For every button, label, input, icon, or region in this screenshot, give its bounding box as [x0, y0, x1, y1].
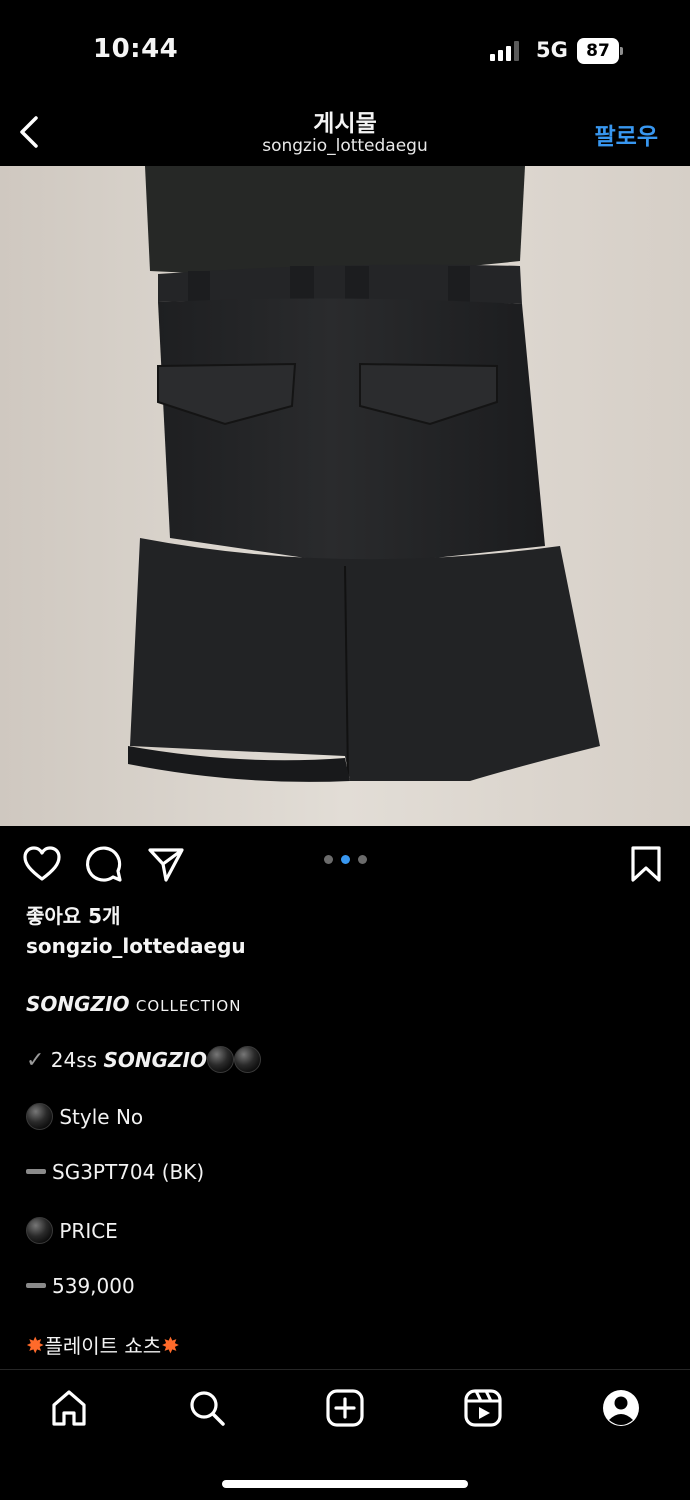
status-bar: 10:44 5G 87 [0, 0, 690, 100]
carousel-dot [358, 855, 367, 864]
caption-product-name: 플레이트 쇼츠 [44, 1334, 162, 1358]
reels-icon[interactable] [463, 1388, 503, 1428]
heart-icon[interactable] [22, 844, 62, 884]
page-subtitle-username[interactable]: songzio_lottedaegu [0, 136, 690, 156]
comment-icon[interactable] [84, 844, 124, 884]
post-header: 게시물 songzio_lottedaegu 팔로우 [0, 100, 690, 166]
cellular-signal-icon [490, 41, 519, 61]
black-circle-icon [233, 1046, 261, 1073]
status-time: 10:44 [93, 34, 179, 64]
search-icon[interactable] [187, 1388, 227, 1428]
create-icon[interactable] [325, 1388, 365, 1428]
caption-line: Style No [26, 1103, 143, 1130]
caption-collection: COLLECTION [135, 997, 242, 1015]
caption-line: ✸플레이트 쇼츠✸ [26, 1330, 180, 1359]
caption-line: ✓ 24ss SONGZIO [26, 1046, 261, 1073]
check-icon: ✓ [26, 1048, 45, 1073]
caption-username[interactable]: songzio_lottedaegu [26, 934, 246, 958]
carousel-indicator [324, 855, 368, 865]
caption-brand: SONGZIO [103, 1048, 207, 1072]
black-circle-icon [26, 1103, 53, 1130]
caption-brand: SONGZIO [26, 992, 130, 1016]
post-photo[interactable] [0, 166, 690, 826]
dash-icon [26, 1169, 46, 1174]
profile-icon[interactable] [601, 1388, 641, 1428]
post-actions [0, 826, 690, 900]
share-icon[interactable] [146, 844, 186, 884]
home-indicator [222, 1480, 468, 1488]
caption-line: PRICE [26, 1217, 118, 1244]
likes-count[interactable]: 좋아요 5개 [26, 900, 120, 929]
home-icon[interactable] [49, 1388, 89, 1428]
carousel-dot [324, 855, 333, 864]
battery-level: 87 [577, 38, 619, 64]
caption-line: SONGZIO COLLECTION [26, 992, 241, 1016]
black-circle-icon [26, 1217, 53, 1244]
caption-style-label: Style No [59, 1105, 144, 1129]
network-type: 5G [536, 38, 568, 62]
follow-button[interactable]: 팔로우 [595, 117, 658, 151]
caption-line: SG3PT704 (BK) [26, 1160, 204, 1184]
caption-style-number: SG3PT704 (BK) [52, 1160, 205, 1184]
dash-icon [26, 1283, 46, 1288]
page-title: 게시물 [313, 111, 377, 137]
black-circle-icon [206, 1046, 234, 1073]
collision-icon: ✸ [161, 1334, 180, 1359]
caption-line: 539,000 [26, 1274, 135, 1298]
bookmark-icon[interactable] [626, 844, 666, 884]
carousel-dot-active [341, 855, 350, 864]
caption-price-label: PRICE [59, 1219, 118, 1243]
battery-icon: 87 [577, 38, 623, 64]
caption-season: 24ss [50, 1048, 98, 1072]
collision-icon: ✸ [26, 1334, 45, 1359]
caption-price-value: 539,000 [52, 1274, 135, 1298]
